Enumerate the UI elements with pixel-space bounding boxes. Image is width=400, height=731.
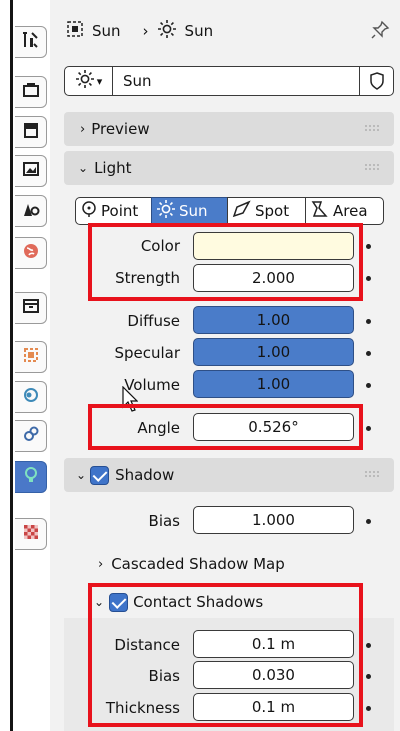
tab-world[interactable] — [15, 237, 47, 269]
breadcrumb-object[interactable]: Sun — [92, 22, 121, 40]
keyframe-dot-icon[interactable] — [366, 276, 371, 281]
light-type-sun[interactable]: Sun — [151, 197, 228, 225]
light-datablock-selector[interactable]: ▾ Sun — [64, 66, 394, 96]
chevron-down-icon: ⌄ — [76, 468, 87, 482]
tab-view-layer[interactable] — [15, 155, 47, 187]
shadow-bias-label: Bias — [148, 512, 180, 530]
editor-border — [10, 0, 13, 731]
shadow-bias-field[interactable]: 1.000 — [193, 506, 354, 534]
pin-icon[interactable] — [370, 20, 390, 44]
light-title: Light — [94, 159, 132, 177]
light-type-area-label: Area — [333, 202, 368, 220]
datablock-browse-button[interactable]: ▾ — [65, 67, 113, 95]
chevron-right-icon: › — [80, 121, 86, 137]
light-type-point-label: Point — [101, 202, 139, 220]
physics-icon — [21, 385, 41, 409]
tab-texture[interactable] — [15, 518, 47, 550]
drag-handle-icon[interactable] — [364, 470, 380, 478]
tab-physics[interactable] — [15, 381, 47, 413]
keyframe-dot-icon[interactable] — [366, 244, 371, 249]
cascaded-shadow-map-title: Cascaded Shadow Map — [111, 555, 285, 573]
diffuse-slider[interactable]: 1.00 — [193, 306, 354, 334]
output-icon — [21, 120, 41, 144]
shadow-checkbox[interactable] — [90, 465, 110, 485]
specular-label: Specular — [114, 344, 180, 362]
constraint-icon — [21, 424, 41, 448]
light-type-sun-label: Sun — [179, 202, 208, 220]
tab-output[interactable] — [15, 116, 47, 148]
tab-constraints[interactable] — [15, 420, 47, 452]
volume-label: Volume — [124, 376, 180, 394]
preview-panel-header[interactable]: › Preview — [64, 112, 394, 146]
light-type-spot[interactable]: Spot — [227, 197, 306, 225]
drag-handle-icon[interactable] — [364, 124, 380, 132]
sun-light-icon — [156, 199, 176, 223]
light-panel-header[interactable]: ⌄ Light — [64, 151, 394, 185]
datablock-name-field[interactable]: Sun — [123, 72, 359, 90]
object-icon — [21, 345, 41, 369]
specular-slider[interactable]: 1.00 — [193, 338, 354, 366]
keyframe-dot-icon[interactable] — [366, 643, 371, 648]
shadow-panel-header[interactable]: ⌄ Shadow — [64, 458, 394, 492]
object-data-icon — [66, 20, 84, 42]
highlight-box-angle — [88, 404, 363, 450]
fake-user-shield-icon[interactable] — [359, 67, 393, 95]
collection-icon — [21, 296, 41, 320]
breadcrumb-data[interactable]: Sun — [185, 22, 214, 40]
chevron-down-icon: ⌄ — [78, 161, 89, 175]
chevron-right-icon: › — [142, 22, 149, 40]
tab-scene[interactable] — [15, 195, 47, 227]
keyframe-dot-icon[interactable] — [366, 383, 371, 388]
keyframe-dot-icon[interactable] — [366, 351, 371, 356]
sun-icon — [157, 19, 177, 43]
breadcrumb: Sun › Sun — [66, 20, 213, 42]
lightbulb-icon — [21, 465, 41, 489]
tab-render[interactable] — [15, 76, 47, 108]
tab-collection[interactable] — [15, 292, 47, 324]
keyframe-dot-icon[interactable] — [366, 319, 371, 324]
chevron-right-icon: › — [98, 556, 104, 572]
shadow-title: Shadow — [115, 466, 175, 484]
sun-icon — [75, 69, 95, 93]
preview-title: Preview — [91, 120, 150, 138]
chevron-down-icon: ▾ — [96, 74, 103, 88]
volume-slider[interactable]: 1.00 — [193, 370, 354, 398]
point-light-icon — [80, 200, 98, 222]
light-type-spot-label: Spot — [255, 202, 290, 220]
keyframe-dot-icon[interactable] — [366, 674, 371, 679]
scene-icon — [21, 199, 41, 223]
view-layer-icon — [21, 159, 41, 183]
checkerboard-icon — [21, 522, 41, 546]
tab-object[interactable] — [15, 341, 47, 373]
highlight-box-color-strength — [88, 223, 363, 301]
diffuse-label: Diffuse — [127, 312, 180, 330]
spot-light-icon — [232, 200, 252, 222]
keyframe-dot-icon[interactable] — [366, 519, 371, 524]
tab-light-data[interactable] — [15, 461, 47, 493]
render-icon — [21, 80, 41, 104]
keyframe-dot-icon[interactable] — [366, 426, 371, 431]
light-type-point[interactable]: Point — [75, 197, 152, 225]
drag-handle-icon[interactable] — [364, 163, 380, 171]
tool-icon — [21, 30, 41, 54]
highlight-box-contact-shadows — [88, 583, 363, 727]
area-light-icon — [310, 200, 330, 222]
tab-tool[interactable] — [15, 26, 47, 58]
cascaded-shadow-map-subpanel[interactable]: › Cascaded Shadow Map — [98, 553, 285, 575]
light-type-area[interactable]: Area — [305, 197, 384, 225]
world-icon — [21, 241, 41, 265]
keyframe-dot-icon[interactable] — [366, 706, 371, 711]
